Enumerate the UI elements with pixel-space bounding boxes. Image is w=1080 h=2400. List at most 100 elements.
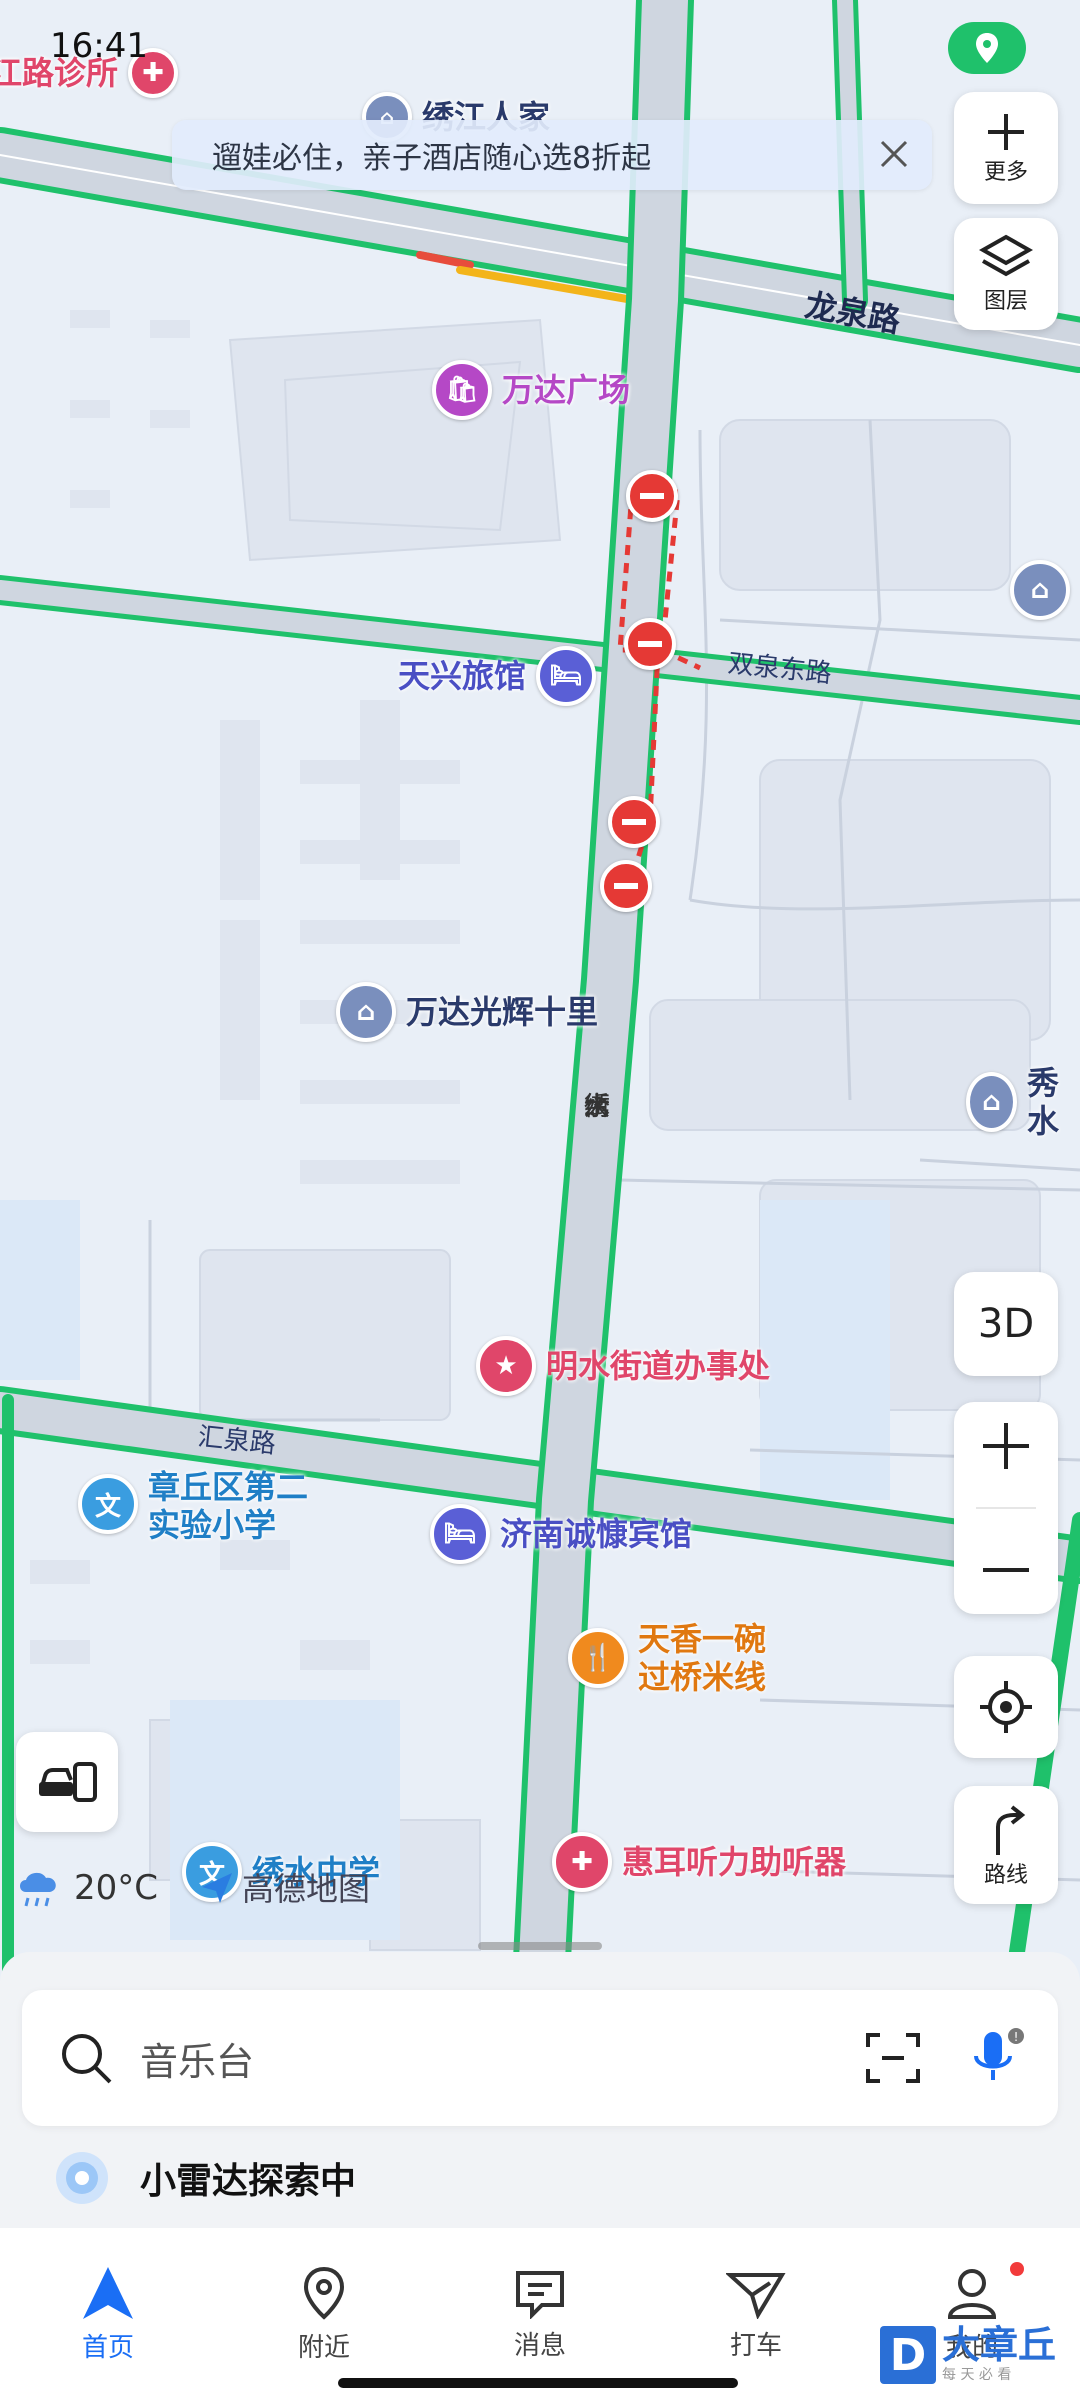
- poi-wanda-plaza[interactable]: 🛍 万达广场: [432, 360, 630, 420]
- status-time: 16:41: [50, 26, 148, 66]
- poi-mingshui-office[interactable]: ★ 明水街道办事处: [476, 1336, 770, 1396]
- promo-banner[interactable]: 遛娃必住，亲子酒店随心选8折起: [172, 120, 932, 190]
- poi-label-line: 实验小学: [148, 1506, 277, 1545]
- watermark-subtitle: 每 天 必 看: [942, 2367, 1012, 2383]
- road-closure-icon[interactable]: [600, 860, 652, 912]
- amap-brand-text: 高德地图: [242, 1870, 371, 1908]
- poi-label: 秀水: [1027, 1064, 1060, 1141]
- tab-home[interactable]: 首页: [0, 2228, 216, 2400]
- watermark-text: 大章丘 每 天 必 看: [942, 2326, 1056, 2384]
- residence-icon: ⌂: [966, 1072, 1018, 1133]
- poi-label-line: 过桥米线: [638, 1658, 767, 1697]
- shopping-bag-icon: 🛍: [432, 360, 492, 420]
- medical-cross-icon: ✚: [552, 1832, 612, 1892]
- poi-label: 章丘区第二 实验小学: [148, 1468, 308, 1545]
- poi-jinan-hotel[interactable]: 🛏 济南诚慷宾馆: [430, 1504, 692, 1564]
- more-button[interactable]: 更多: [954, 92, 1058, 204]
- notification-dot: [1010, 2262, 1024, 2276]
- road-closure-icon[interactable]: [624, 618, 676, 670]
- crosshair-icon: [980, 1681, 1032, 1733]
- poi-label: 惠耳听力助听器: [622, 1842, 847, 1881]
- temperature: 20°C: [74, 1868, 159, 1908]
- route-turn-icon: [996, 1805, 1026, 1855]
- poi-label-line: 章丘区第二: [148, 1468, 309, 1506]
- home-indicator: [338, 2378, 738, 2388]
- poi-tianxing-hotel[interactable]: 🛏 天兴旅馆: [398, 646, 597, 706]
- poi-label-line: 天香一碗: [638, 1620, 767, 1658]
- poi-hearing-aid[interactable]: ✚ 惠耳听力助听器: [552, 1832, 846, 1892]
- tab-label: 附近: [297, 2332, 350, 2363]
- road-closure-icon[interactable]: [626, 470, 678, 522]
- poi-noodle-shop[interactable]: 🍴 天香一碗 过桥米线: [568, 1620, 766, 1697]
- hotel-icon: 🛏: [430, 1504, 490, 1564]
- tab-nearby[interactable]: 附近: [216, 2228, 432, 2400]
- poi-label: 万达广场: [502, 370, 631, 409]
- poi-school[interactable]: 文 章丘区第二 实验小学: [78, 1468, 308, 1545]
- route-button[interactable]: 路线: [954, 1786, 1058, 1904]
- poi-label: 明水街道办事处: [546, 1346, 771, 1385]
- layers-icon: [979, 234, 1033, 277]
- weather-widget[interactable]: 20°C: [14, 1866, 158, 1910]
- layers-button[interactable]: 图层: [954, 218, 1058, 330]
- poi-label: 万达光辉十里: [406, 992, 599, 1031]
- radar-icon: [56, 2152, 108, 2204]
- tab-label: 消息: [513, 2330, 566, 2361]
- locate-me-button[interactable]: [954, 1656, 1058, 1758]
- message-icon: [516, 2270, 564, 2319]
- watermark: D 大章丘 每 天 必 看: [880, 2326, 1056, 2384]
- tab-taxi[interactable]: 打车: [648, 2228, 864, 2400]
- zoom-in-button[interactable]: [979, 1419, 1033, 1473]
- government-star-icon: ★: [476, 1336, 536, 1396]
- watermark-title: 大章丘: [942, 2323, 1057, 2367]
- location-marker-button[interactable]: [948, 22, 1026, 74]
- tab-label: 首页: [81, 2332, 134, 2363]
- promo-banner-text: 遛娃必住，亲子酒店随心选8折起: [212, 141, 652, 176]
- location-pin-icon: [303, 2266, 345, 2320]
- zoom-out-button[interactable]: [979, 1543, 1033, 1597]
- amap-logo: 高德地图: [196, 1864, 370, 1910]
- radar-row[interactable]: 小雷达探索中: [52, 2148, 356, 2208]
- route-label: 路线: [983, 1863, 1028, 1888]
- tab-label: 打车: [729, 2330, 782, 2361]
- navigation-arrow-icon: [83, 2266, 133, 2319]
- 3d-label: 3D: [977, 1301, 1035, 1347]
- poi-residential-right[interactable]: ⌂: [1010, 560, 1070, 620]
- microphone-icon[interactable]: !: [964, 2026, 1028, 2090]
- school-icon: 文: [78, 1474, 138, 1534]
- amap-arrow-icon: [202, 1873, 232, 1903]
- hotel-icon: 🛏: [536, 646, 597, 706]
- residence-icon: ⌂: [1010, 560, 1070, 620]
- poi-label: 济南诚慷宾馆: [500, 1514, 693, 1553]
- scan-icon[interactable]: [864, 2029, 922, 2087]
- poi-label: 天兴旅馆: [398, 656, 527, 695]
- 3d-button[interactable]: 3D: [954, 1272, 1058, 1376]
- residence-icon: ⌂: [336, 982, 396, 1042]
- poi-xiushui-right[interactable]: ⌂ 秀水: [966, 1064, 1080, 1141]
- car-phone-icon: [39, 1762, 97, 1802]
- tab-messages[interactable]: 消息: [432, 2228, 648, 2400]
- plus-icon: [983, 1423, 1029, 1469]
- svg-text:!: !: [1014, 2030, 1019, 2044]
- close-icon[interactable]: [874, 134, 914, 174]
- location-pin-icon: [976, 33, 998, 63]
- search-icon: [62, 2034, 112, 2084]
- car-mode-button[interactable]: [16, 1732, 118, 1832]
- minus-icon: [983, 1568, 1029, 1572]
- plus-icon: [988, 114, 1024, 150]
- more-label: 更多: [983, 160, 1028, 185]
- taxi-arrow-icon: [726, 2272, 786, 2319]
- search-bar[interactable]: 音乐台 !: [22, 1990, 1058, 2126]
- divider: [976, 1507, 1036, 1509]
- person-icon: [947, 2268, 997, 2319]
- rain-cloud-icon: [20, 1872, 56, 1907]
- poi-label: 天香一碗 过桥米线: [638, 1620, 766, 1697]
- restaurant-icon: 🍴: [568, 1628, 628, 1689]
- layers-label: 图层: [983, 289, 1028, 314]
- road-closure-icon[interactable]: [608, 796, 660, 848]
- road-char: 街: [583, 1092, 610, 1122]
- drag-handle[interactable]: [478, 1942, 602, 1950]
- watermark-logo-icon: D: [880, 2326, 936, 2384]
- poi-wanda-guanghui[interactable]: ⌂ 万达光辉十里: [336, 982, 598, 1042]
- zoom-controls: [954, 1402, 1058, 1614]
- search-input[interactable]: 音乐台: [140, 2031, 864, 2086]
